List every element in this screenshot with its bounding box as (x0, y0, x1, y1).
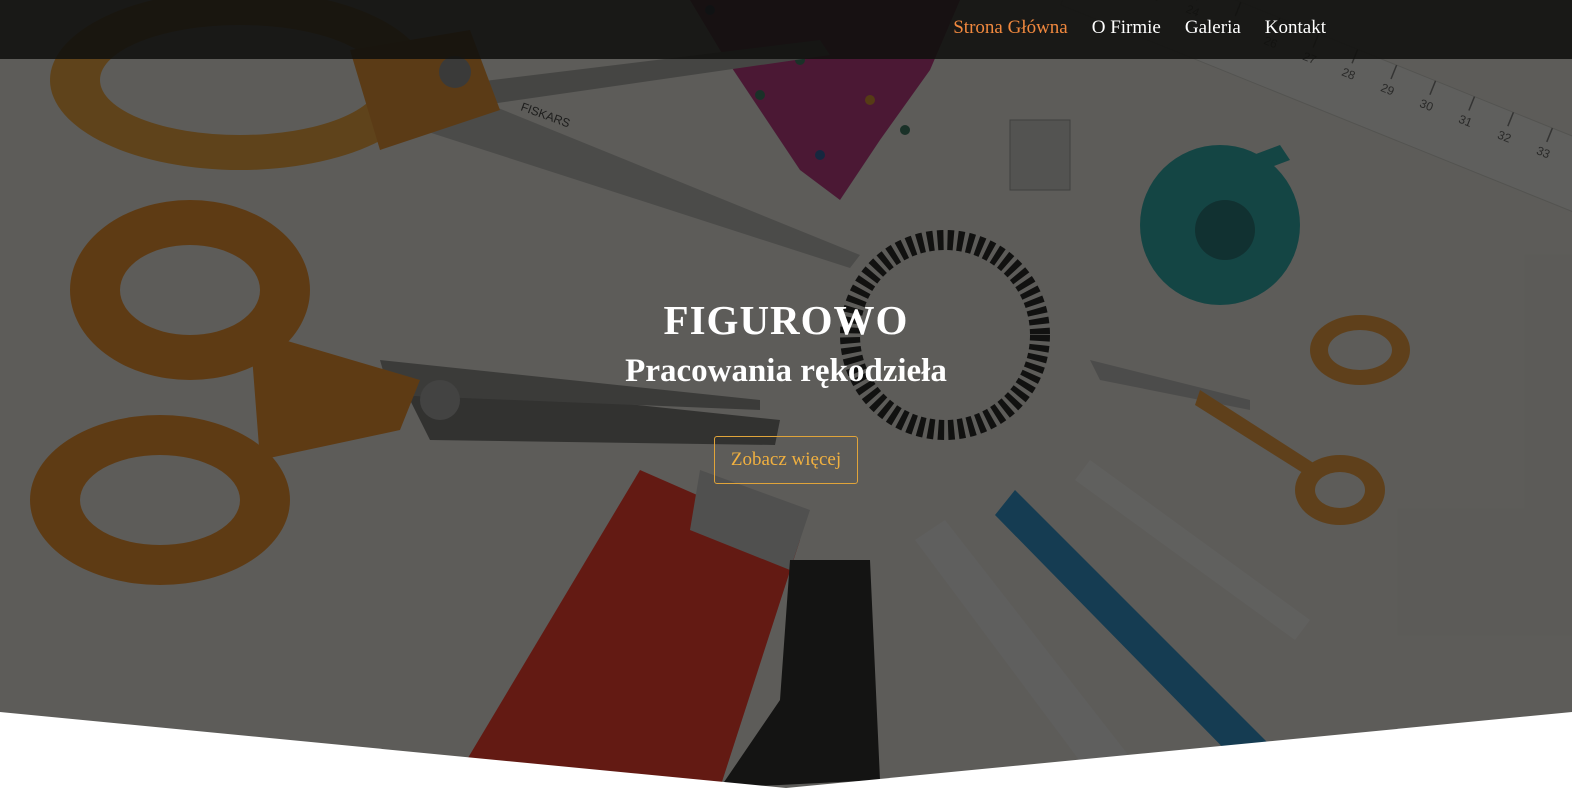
hero-title: FIGUROWO (663, 297, 909, 343)
nav-item-strona-glowna[interactable]: Strona Główna (953, 17, 1068, 39)
nav-item-o-firmie[interactable]: O Firmie (1092, 17, 1161, 39)
top-navbar: Strona Główna O Firmie Galeria Kontakt (0, 0, 1572, 59)
nav-menu: Strona Główna O Firmie Galeria Kontakt (953, 17, 1326, 39)
hero-content: FIGUROWO Pracowania rękodzieła Zobacz wi… (0, 296, 1572, 484)
nav-item-galeria[interactable]: Galeria (1185, 17, 1241, 39)
see-more-button[interactable]: Zobacz więcej (713, 436, 859, 484)
hero-subtitle: Pracowania rękodzieła (625, 353, 947, 389)
nav-item-kontakt[interactable]: Kontakt (1265, 17, 1326, 39)
